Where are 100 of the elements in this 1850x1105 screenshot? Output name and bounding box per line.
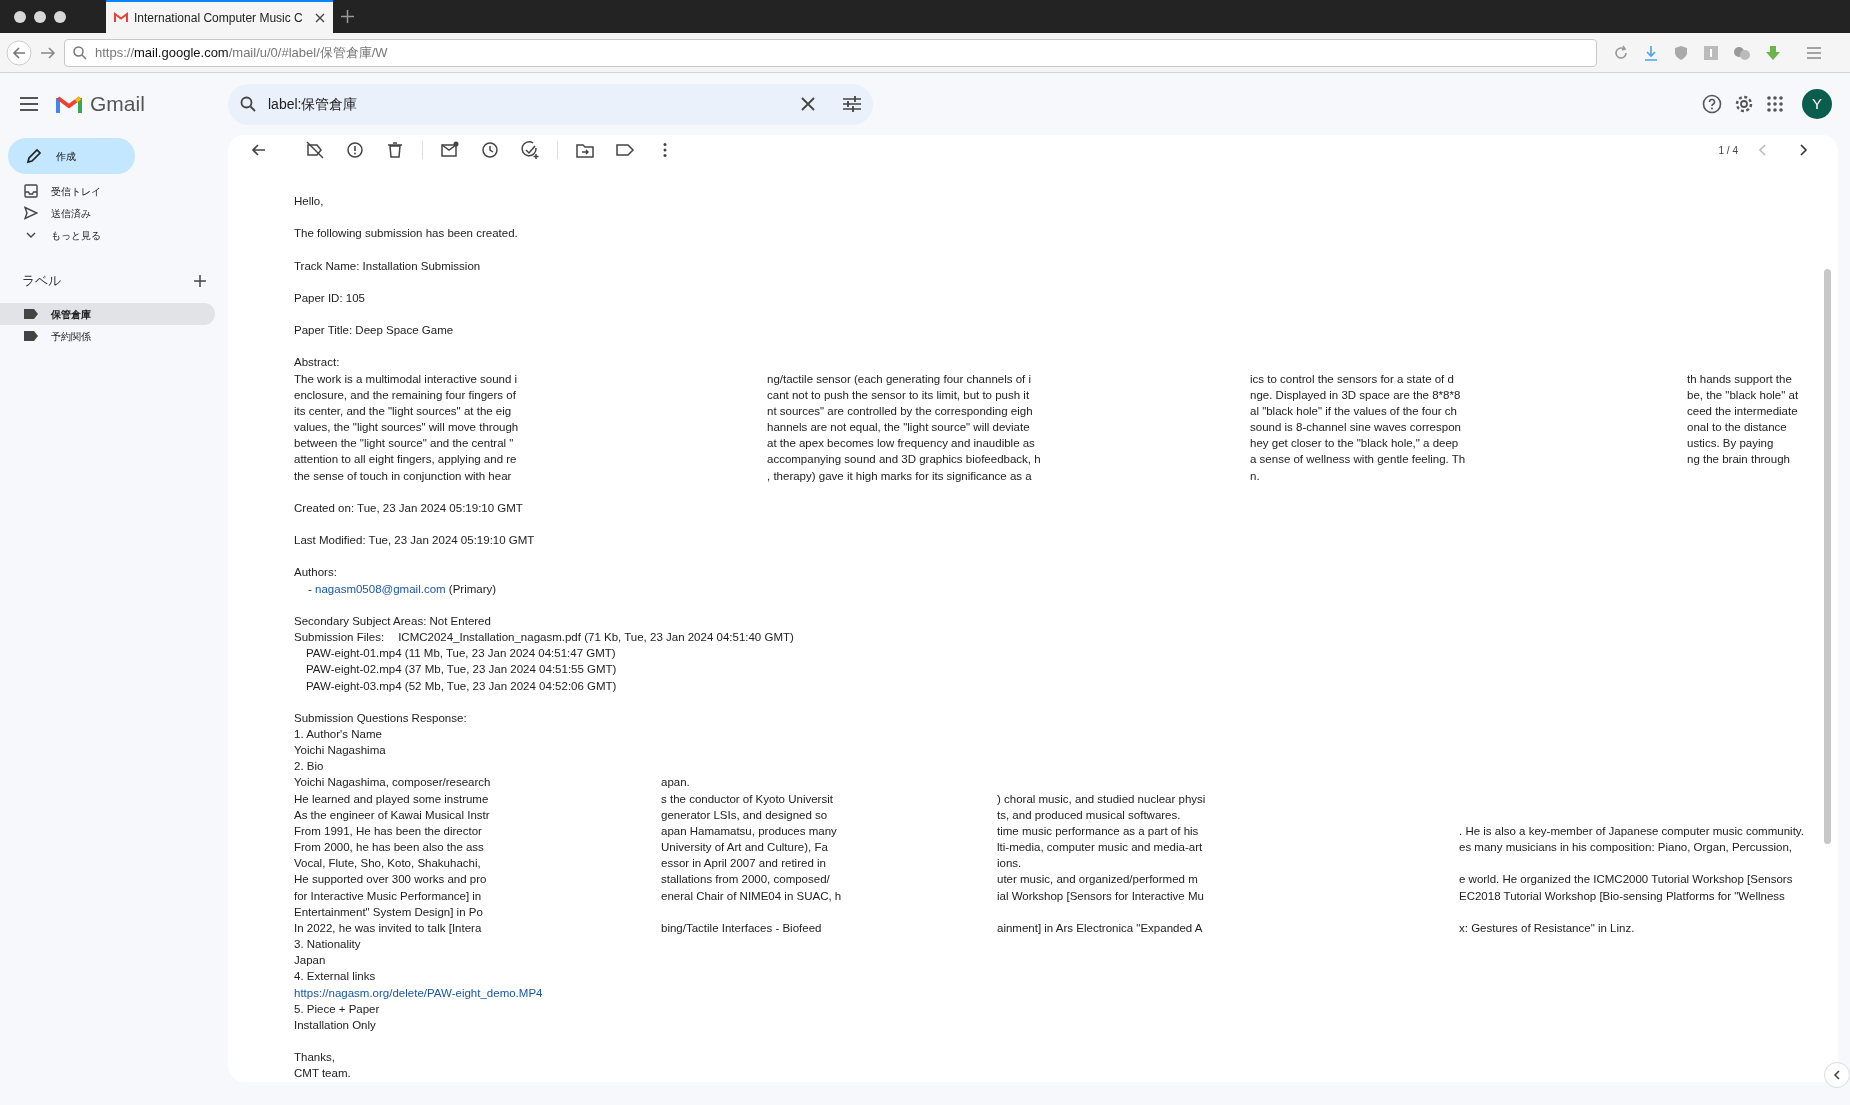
alert-icon[interactable] bbox=[345, 140, 365, 160]
body-text: CMT team. bbox=[294, 1066, 352, 1082]
settings-icon[interactable] bbox=[1734, 94, 1754, 114]
text-fragment: The work is a multimodal interactive sound i bbox=[294, 371, 519, 387]
sidebar-item[interactable]: 受信トレイ bbox=[0, 180, 215, 202]
body-text: 4. External links bbox=[294, 969, 377, 985]
text-fragment: between the "light source" and the central " bbox=[294, 436, 515, 452]
text-fragment: at the apex becomes low frequency and inaudible as bbox=[767, 436, 1036, 452]
window-control-dot[interactable] bbox=[34, 10, 46, 23]
body-text: 5. Piece + Paper bbox=[294, 1001, 381, 1017]
url-text: https://mail.google.com/mail/u/0/#label/保管倉庫/W bbox=[95, 43, 388, 62]
body-text: Paper Title: Deep Space Game bbox=[294, 323, 455, 339]
new-tab-icon[interactable] bbox=[341, 10, 354, 23]
body-text: (Primary) bbox=[448, 582, 497, 595]
labels-heading: ラベル bbox=[22, 272, 61, 291]
envelope-dot-icon[interactable] bbox=[440, 140, 460, 160]
text-fragment: sound is 8-channel sine waves correspon bbox=[1250, 420, 1462, 436]
text-fragment: s the conductor of Kyoto Universit bbox=[661, 791, 834, 807]
text-fragment: stallations from 2000, composed/ bbox=[661, 872, 831, 888]
chevron-right-icon[interactable] bbox=[1798, 144, 1808, 156]
scrollbar-thumb[interactable] bbox=[1824, 269, 1831, 844]
text-fragment: the sense of touch in conjunction with hear bbox=[294, 468, 513, 484]
text-fragment: time music performance as a part of his bbox=[997, 823, 1200, 839]
body-text: Created on: Tue, 23 Jan 2024 05:19:10 GMT bbox=[294, 500, 524, 516]
close-icon[interactable] bbox=[315, 12, 325, 23]
text-fragment: He supported over 300 works and pro bbox=[294, 872, 488, 888]
tab-title: International Computer Music C bbox=[134, 9, 304, 27]
bullet-text: - bbox=[308, 582, 312, 595]
clock-icon[interactable] bbox=[480, 140, 500, 160]
label-item[interactable]: 予約関係 bbox=[0, 325, 215, 347]
text-fragment: be, the "black hole" at bbox=[1687, 387, 1800, 403]
account-avatar[interactable]: Y bbox=[1802, 89, 1832, 119]
body-text: 2. Bio bbox=[294, 759, 325, 775]
compose-button[interactable]: 作成 bbox=[8, 138, 135, 174]
filter-sliders-icon[interactable] bbox=[843, 96, 861, 112]
body-text: Japan bbox=[294, 953, 327, 969]
text-fragment: th hands support the bbox=[1687, 371, 1793, 387]
text-fragment: a sense of wellness with gentle feeling. Th bbox=[1250, 452, 1467, 468]
sidebar-item[interactable]: 送信済み bbox=[0, 202, 215, 224]
body-text: Submission Files: bbox=[294, 630, 385, 646]
text-fragment: uter music, and organized/performed m bbox=[997, 872, 1199, 888]
email-link[interactable]: nagasm0508@gmail.com bbox=[315, 582, 446, 595]
app-name: Gmail bbox=[90, 91, 145, 118]
window-control-dot[interactable] bbox=[54, 10, 66, 23]
body-text: Installation Only bbox=[294, 1017, 377, 1033]
window-control-dot[interactable] bbox=[14, 10, 26, 23]
text-fragment: onal to the distance bbox=[1687, 420, 1788, 436]
chevron-left-icon bbox=[1833, 1070, 1841, 1080]
text-fragment: University of Art and Culture), Fa bbox=[661, 840, 829, 856]
text-fragment: As the engineer of Kawai Musical Instr bbox=[294, 807, 491, 823]
body-text: Yoichi Nagashima bbox=[294, 743, 387, 759]
text-fragment: ts, and produced musical softwares. bbox=[997, 807, 1182, 823]
body-text: 1. Author's Name bbox=[294, 727, 383, 742]
help-icon[interactable] bbox=[1702, 94, 1722, 114]
crossed-tag-icon[interactable] bbox=[305, 140, 325, 160]
text-fragment: From 1991, He has been the director bbox=[294, 823, 483, 839]
back-icon[interactable] bbox=[6, 39, 32, 66]
text-fragment: hey get closer to the "black hole," a deep bbox=[1250, 436, 1460, 452]
text-fragment: values, the "light sources" will move through bbox=[294, 420, 520, 436]
close-icon[interactable] bbox=[801, 97, 815, 111]
check-plus-icon[interactable] bbox=[520, 140, 540, 160]
text-fragment: attention to all eight fingers, applying and re bbox=[294, 452, 518, 468]
reload-icon[interactable] bbox=[1613, 44, 1629, 61]
body-text: Hello, bbox=[294, 194, 325, 209]
text-fragment: ng/tactile sensor (each generating four channels of i bbox=[767, 371, 1033, 387]
link[interactable]: https://nagasm.org/delete/PAW-eight_demo.MP4 bbox=[294, 986, 543, 999]
body-text: 3. Nationality bbox=[294, 937, 362, 953]
address-bar[interactable]: https://mail.google.com/mail/u/0/#label/保管倉庫/W bbox=[64, 38, 1597, 67]
label-tag-icon bbox=[24, 309, 38, 319]
text-fragment: lti-media, computer music and media-art bbox=[997, 840, 1204, 856]
text-fragment: for Interactive Music Performance] in bbox=[294, 888, 483, 904]
add-icon[interactable] bbox=[194, 275, 206, 287]
search-input[interactable]: label:保管倉庫 bbox=[266, 92, 791, 116]
text-fragment: apan Hamamatsu, produces many bbox=[661, 823, 838, 839]
body-text: Thanks, bbox=[294, 1050, 336, 1066]
text-fragment: eneral Chair of NIME04 in SUAC, h bbox=[661, 888, 843, 904]
body-text: Secondary Subject Areas: Not Entered bbox=[294, 613, 492, 629]
text-fragment: ) choral music, and studied nuclear physi bbox=[997, 791, 1207, 807]
body-text: Submission Questions Response: bbox=[294, 710, 468, 726]
pagination-count: 1 / 4 bbox=[1718, 143, 1738, 158]
text-fragment: accompanying sound and 3D graphics biofeedback, h bbox=[767, 452, 1042, 468]
text-fragment: al "black hole" if the values of the four ch bbox=[1250, 403, 1458, 419]
text-fragment: ions. bbox=[997, 856, 1023, 872]
spheres-icon[interactable] bbox=[1733, 44, 1751, 61]
side-panel-toggle[interactable] bbox=[1824, 1062, 1850, 1088]
browser-tab[interactable]: International Computer Music C bbox=[106, 0, 333, 33]
text-fragment: enclosure, and the remaining four fingers of bbox=[294, 387, 517, 403]
trash-icon[interactable] bbox=[385, 140, 405, 160]
text-fragment: nge. Displayed in 3D space are the 8*8*8 bbox=[1250, 387, 1462, 403]
body-text: ICMC2024_Installation_nagasm.pdf (71 Kb, Tue, 23 Jan 2024 04:51:40 GMT) bbox=[398, 630, 794, 646]
text-fragment: . He is also a key-member of Japanese computer music community. bbox=[1459, 823, 1805, 839]
send-icon bbox=[24, 206, 38, 220]
search-field[interactable]: label:保管倉庫 bbox=[228, 83, 873, 125]
text-fragment: x: Gestures of Resistance" in Linz. bbox=[1459, 920, 1636, 936]
sidebar-item[interactable]: もっと見る bbox=[0, 224, 215, 246]
text-fragment: bing/Tactile Interfaces - Biofeed bbox=[661, 920, 823, 936]
label-item[interactable]: 保管倉庫 bbox=[0, 303, 215, 325]
menu-icon[interactable] bbox=[20, 97, 38, 111]
apps-grid-icon[interactable] bbox=[1766, 95, 1784, 113]
text-fragment: ceed the intermediate bbox=[1687, 403, 1799, 419]
